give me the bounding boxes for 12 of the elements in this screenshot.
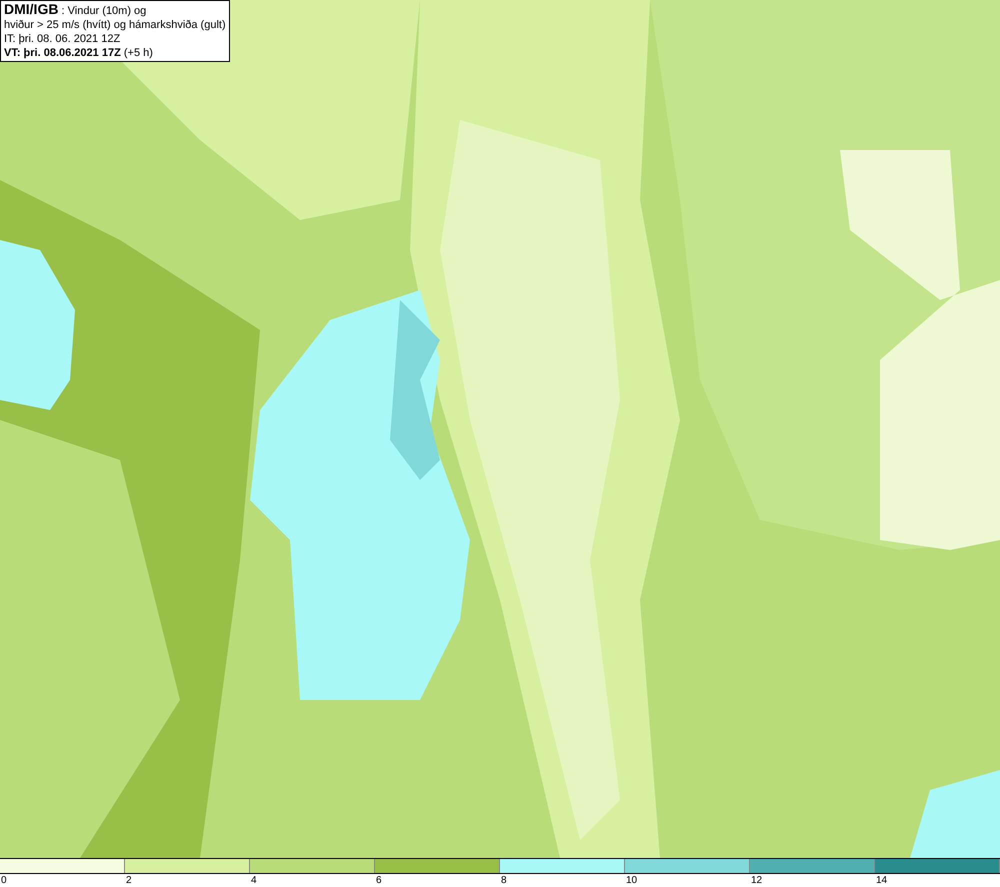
info-text: IT: þri. 08. 06. 2021 12Z (4, 32, 122, 46)
info-text: hviður > 25 m/s (hvítt) og hámarkshviða (gult) (4, 18, 226, 32)
legend-tick-label: 4 (251, 874, 257, 887)
legend-tick-label: 2 (126, 874, 132, 887)
legend-tick-label: 8 (501, 874, 507, 887)
info-text: DMI/IGB : Vindur (10m) og (4, 2, 148, 18)
info-text: VT: þri. 08.06.2021 17Z (+5 h) (4, 46, 154, 60)
legend-tick-label: 14 (876, 874, 888, 887)
legend-tick-label: 0 (1, 874, 7, 887)
legend-tick-label: 6 (376, 874, 382, 887)
legend-tick-label: 12 (751, 874, 762, 887)
legend-tick-label: 10 (626, 874, 638, 887)
